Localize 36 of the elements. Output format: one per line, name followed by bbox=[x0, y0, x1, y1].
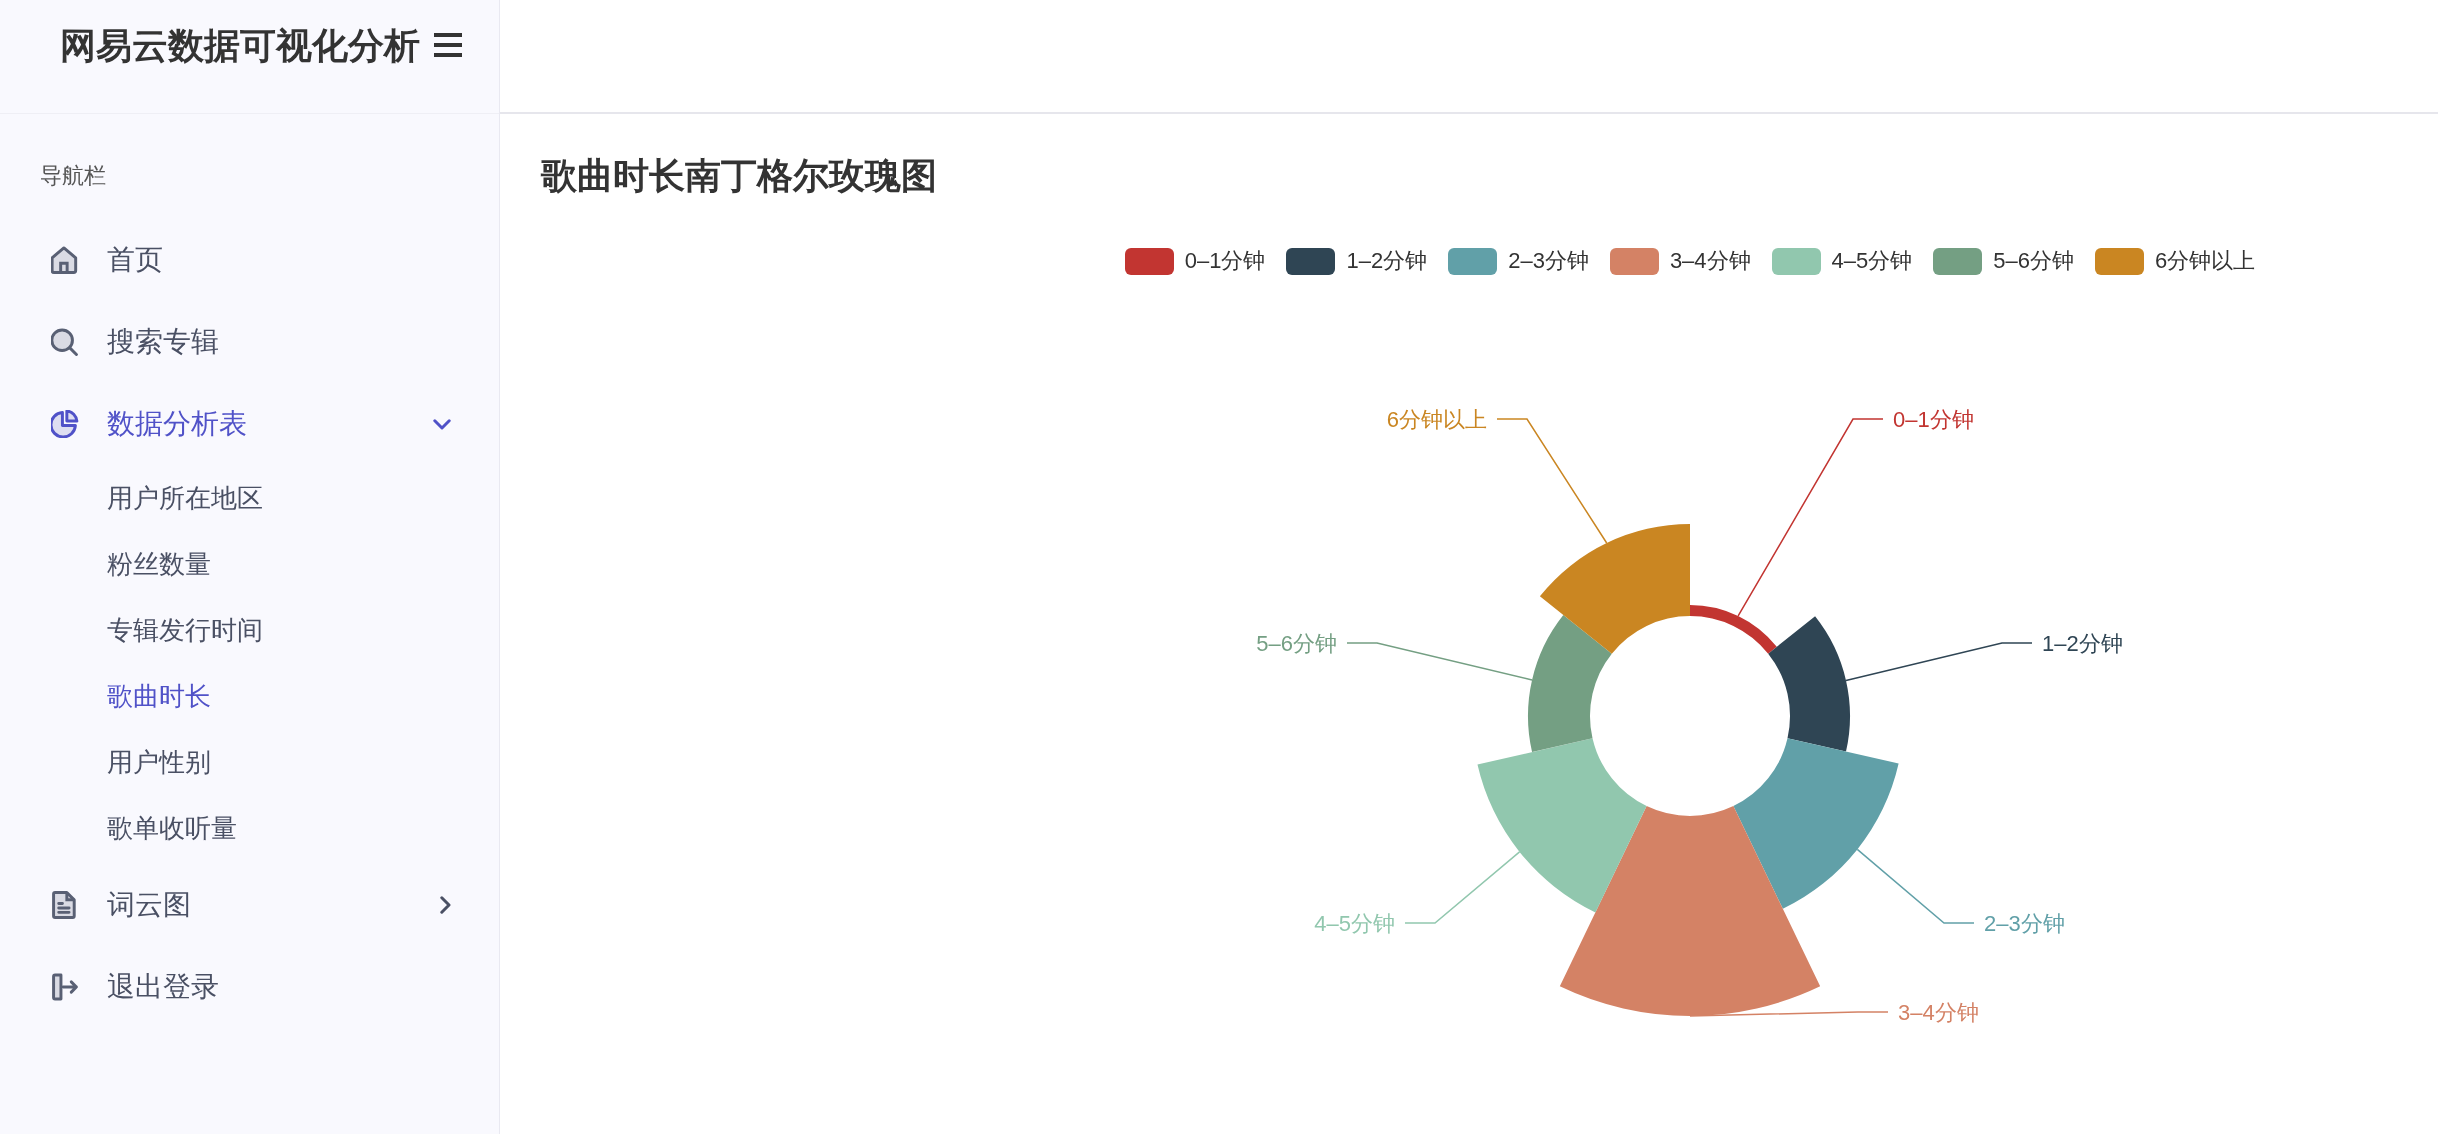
submenu-item[interactable]: 用户性别 bbox=[0, 729, 499, 795]
slice-label: 3–4分钟 bbox=[1898, 999, 1979, 1025]
nav-item[interactable]: 词云图 bbox=[0, 864, 499, 946]
logout-icon bbox=[51, 973, 79, 1001]
submenu-item[interactable]: 用户所在地区 bbox=[0, 465, 499, 531]
submenu-item[interactable]: 粉丝数量 bbox=[0, 531, 499, 597]
legend-item[interactable]: 5–6分钟 bbox=[1933, 246, 2075, 276]
slice-label: 6分钟以上 bbox=[1386, 406, 1487, 432]
nav-item[interactable]: 搜索专辑 bbox=[0, 301, 499, 383]
menu-icon[interactable] bbox=[434, 33, 462, 57]
slice-label: 2–3分钟 bbox=[1984, 910, 2065, 936]
legend-item[interactable]: 1–2分钟 bbox=[1286, 246, 1428, 276]
slice-label: 0–1分钟 bbox=[1893, 406, 1974, 432]
submenu-item[interactable]: 专辑发行时间 bbox=[0, 597, 499, 663]
nav-item[interactable]: 退出登录 bbox=[0, 946, 499, 1028]
app-title: 网易云数据可视化分析 bbox=[60, 24, 420, 68]
home-icon bbox=[51, 246, 79, 274]
document-icon bbox=[51, 891, 79, 919]
slice-label: 1–2分钟 bbox=[2042, 630, 2123, 656]
legend-item[interactable]: 4–5分钟 bbox=[1771, 246, 1913, 276]
submenu-item[interactable]: 歌曲时长 bbox=[0, 663, 499, 729]
section-label: 导航栏 bbox=[40, 162, 107, 190]
nav-item[interactable]: 首页 bbox=[0, 219, 499, 301]
pie-chart-icon bbox=[51, 410, 79, 438]
slice-label: 4–5分钟 bbox=[1314, 910, 1395, 936]
legend-item[interactable]: 6分钟以上 bbox=[2095, 246, 2256, 276]
search-icon bbox=[51, 328, 79, 356]
legend-item[interactable]: 3–4分钟 bbox=[1609, 246, 1751, 276]
nav-item[interactable]: 数据分析表 bbox=[0, 383, 499, 465]
chevron-right-icon[interactable] bbox=[440, 896, 451, 914]
slice-label: 5–6分钟 bbox=[1256, 630, 1337, 656]
submenu-item[interactable]: 歌单收听量 bbox=[0, 795, 499, 861]
legend-item[interactable]: 2–3分钟 bbox=[1448, 246, 1589, 276]
chevron-down-icon[interactable] bbox=[433, 418, 451, 430]
chart-title: 歌曲时长南丁格尔玫瑰图 bbox=[541, 154, 938, 198]
legend-item[interactable]: 0–1分钟 bbox=[1124, 246, 1266, 276]
